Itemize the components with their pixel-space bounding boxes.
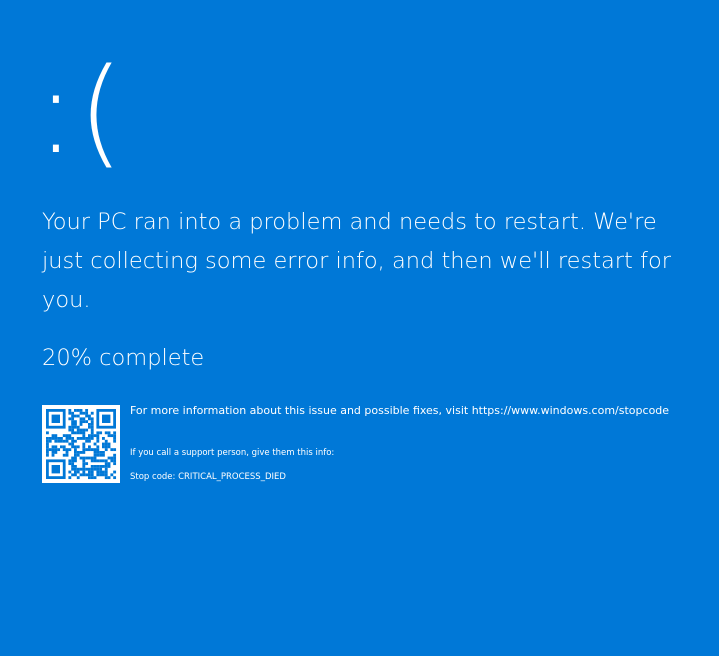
support-text: If you call a support person, give them …	[130, 448, 335, 458]
qr-code-graphic	[46, 409, 117, 480]
qr-code-icon	[42, 405, 120, 483]
info-block: For more information about this issue an…	[130, 404, 710, 483]
more-info-text: For more information about this issue an…	[130, 404, 670, 417]
stop-code: Stop code: CRITICAL_PROCESS_DIED	[130, 472, 286, 482]
progress-text: 20% complete	[42, 345, 205, 371]
sad-face-icon: :(	[36, 42, 126, 180]
error-message: Your PC ran into a problem and needs to …	[42, 209, 671, 313]
bsod-screen: :( Your PC ran into a problem and needs …	[0, 0, 719, 656]
